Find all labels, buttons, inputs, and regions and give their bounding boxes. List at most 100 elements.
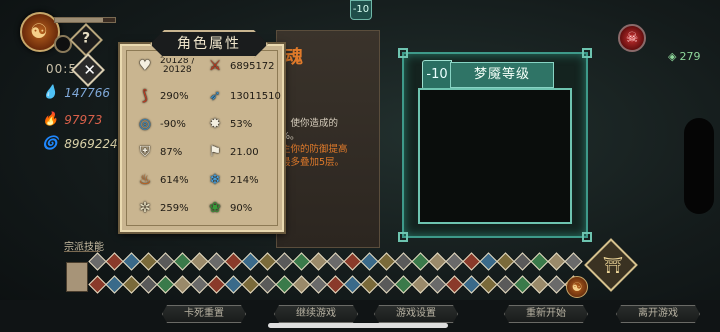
attr-fire-bonus: ♨ 614% — [136, 169, 214, 191]
hud-stat-value: 97973 — [64, 112, 103, 127]
skill-icon[interactable] — [105, 275, 124, 294]
skill-icon[interactable] — [530, 275, 549, 294]
skull-button[interactable]: ☠ — [618, 24, 646, 52]
skill-icon[interactable] — [258, 275, 277, 294]
skill-icon[interactable] — [394, 252, 413, 271]
water-icon: 💧 — [42, 85, 59, 100]
skill-icon[interactable] — [513, 275, 532, 294]
level-badge: -10 — [350, 0, 372, 20]
attr-crit-damage: ⟆ 290% — [136, 85, 214, 107]
ultimate-skill-button[interactable]: ⛩ — [584, 238, 638, 292]
skill-icon[interactable] — [224, 252, 243, 271]
skill-icon[interactable] — [309, 252, 328, 271]
nightmare-level-title: 梦魇等级 — [450, 62, 554, 88]
close-button[interactable]: ✕ — [71, 53, 105, 87]
skill-icon[interactable] — [207, 252, 226, 271]
skill-icon[interactable] — [190, 275, 209, 294]
skill-icon[interactable] — [207, 275, 226, 294]
attr-skill-damage: ➶ 13011510 — [206, 85, 284, 107]
skill-icon[interactable] — [190, 252, 209, 271]
skill-icon[interactable] — [173, 252, 192, 271]
attr-value: 214% — [230, 174, 259, 186]
home-indicator[interactable] — [268, 323, 448, 328]
skill-icon[interactable] — [547, 252, 566, 271]
skill-icon[interactable] — [428, 275, 447, 294]
skill-icon[interactable] — [377, 275, 396, 294]
continue-game-button[interactable]: 继续游戏 — [274, 305, 358, 323]
skill-icon[interactable] — [309, 275, 328, 294]
skill-icon[interactable] — [241, 252, 260, 271]
skill-icon[interactable] — [513, 252, 532, 271]
lantern-icon: ⛩ — [602, 255, 624, 275]
attr-value: 259% — [160, 202, 189, 214]
attr-speed: ⚑ 21.00 — [206, 141, 284, 163]
help-button[interactable]: ? — [69, 23, 103, 57]
skill-icon[interactable] — [326, 252, 345, 271]
skill-icon[interactable] — [122, 252, 141, 271]
skill-icon[interactable] — [360, 252, 379, 271]
game-settings-button[interactable]: 游戏设置 — [374, 305, 458, 323]
skill-icon[interactable] — [88, 275, 107, 294]
burst-icon: ✸ — [209, 116, 221, 132]
skill-icon[interactable] — [241, 275, 260, 294]
skill-icon[interactable] — [105, 252, 124, 271]
skill-icon[interactable] — [139, 275, 158, 294]
skill-book-icon[interactable] — [66, 262, 88, 292]
skill-icon[interactable] — [343, 275, 362, 294]
skill-icon[interactable] — [377, 252, 396, 271]
soul-info-card: 魂 ，使你造成的 %。 主你的防御提高 最多叠加5层。 — [276, 30, 380, 248]
skill-icon[interactable] — [411, 252, 430, 271]
nightmare-level-badge: -10 — [422, 60, 452, 90]
skill-icon[interactable] — [462, 275, 481, 294]
skill-icon[interactable] — [479, 275, 498, 294]
skill-icon[interactable] — [445, 275, 464, 294]
skill-icon[interactable] — [411, 275, 430, 294]
skill-icon[interactable] — [360, 275, 379, 294]
skill-icon[interactable] — [496, 252, 515, 271]
skill-icon[interactable] — [530, 252, 549, 271]
skill-icon[interactable] — [156, 252, 175, 271]
skill-icon[interactable] — [462, 252, 481, 271]
attr-value-line: 20128 — [162, 65, 192, 75]
skill-icon[interactable] — [326, 275, 345, 294]
skill-icon[interactable] — [122, 275, 141, 294]
attributes-title-banner: 角色属性 — [150, 30, 268, 58]
skill-icon[interactable] — [292, 275, 311, 294]
skill-icon[interactable] — [139, 252, 158, 271]
dash-icon: ➶ — [209, 88, 221, 104]
claw-icon: ⚔ — [208, 58, 222, 74]
skill-icon[interactable] — [479, 252, 498, 271]
description-line: %。 — [281, 131, 300, 142]
skill-icon[interactable] — [343, 252, 362, 271]
skill-icon[interactable] — [564, 252, 583, 271]
skill-icon[interactable] — [275, 252, 294, 271]
skill-orb-icon[interactable]: ☯ — [566, 276, 588, 298]
small-orb-icon — [54, 35, 72, 53]
skill-icon[interactable] — [445, 252, 464, 271]
attr-health: ♥ 20128 /20128 — [136, 55, 214, 77]
skill-icon[interactable] — [224, 275, 243, 294]
leave-game-button[interactable]: 离开游戏 — [616, 305, 700, 323]
attr-value: 614% — [160, 174, 189, 186]
attr-cooldown: ◎ -90% — [136, 113, 214, 135]
skill-icon[interactable] — [275, 275, 294, 294]
side-handle[interactable] — [684, 118, 714, 214]
skill-icon[interactable] — [173, 275, 192, 294]
restart-button[interactable]: 重新开始 — [504, 305, 588, 323]
attr-value: 90% — [230, 202, 253, 214]
attributes-title: 角色属性 — [177, 36, 241, 52]
attr-value: -90% — [160, 118, 186, 130]
skill-icon[interactable] — [394, 275, 413, 294]
skill-icon[interactable] — [547, 275, 566, 294]
currency-value: 279 — [679, 50, 701, 63]
skill-icon[interactable] — [292, 252, 311, 271]
skill-icon[interactable] — [428, 252, 447, 271]
reset-stuck-button[interactable]: 卡死重置 — [162, 305, 246, 323]
skill-icon[interactable] — [496, 275, 515, 294]
heart-icon: ♥ — [138, 58, 152, 74]
skull-icon: ☠ — [625, 30, 639, 46]
attr-value: 87% — [160, 146, 183, 158]
skill-icon[interactable] — [88, 252, 107, 271]
skill-icon[interactable] — [156, 275, 175, 294]
skill-icon[interactable] — [258, 252, 277, 271]
